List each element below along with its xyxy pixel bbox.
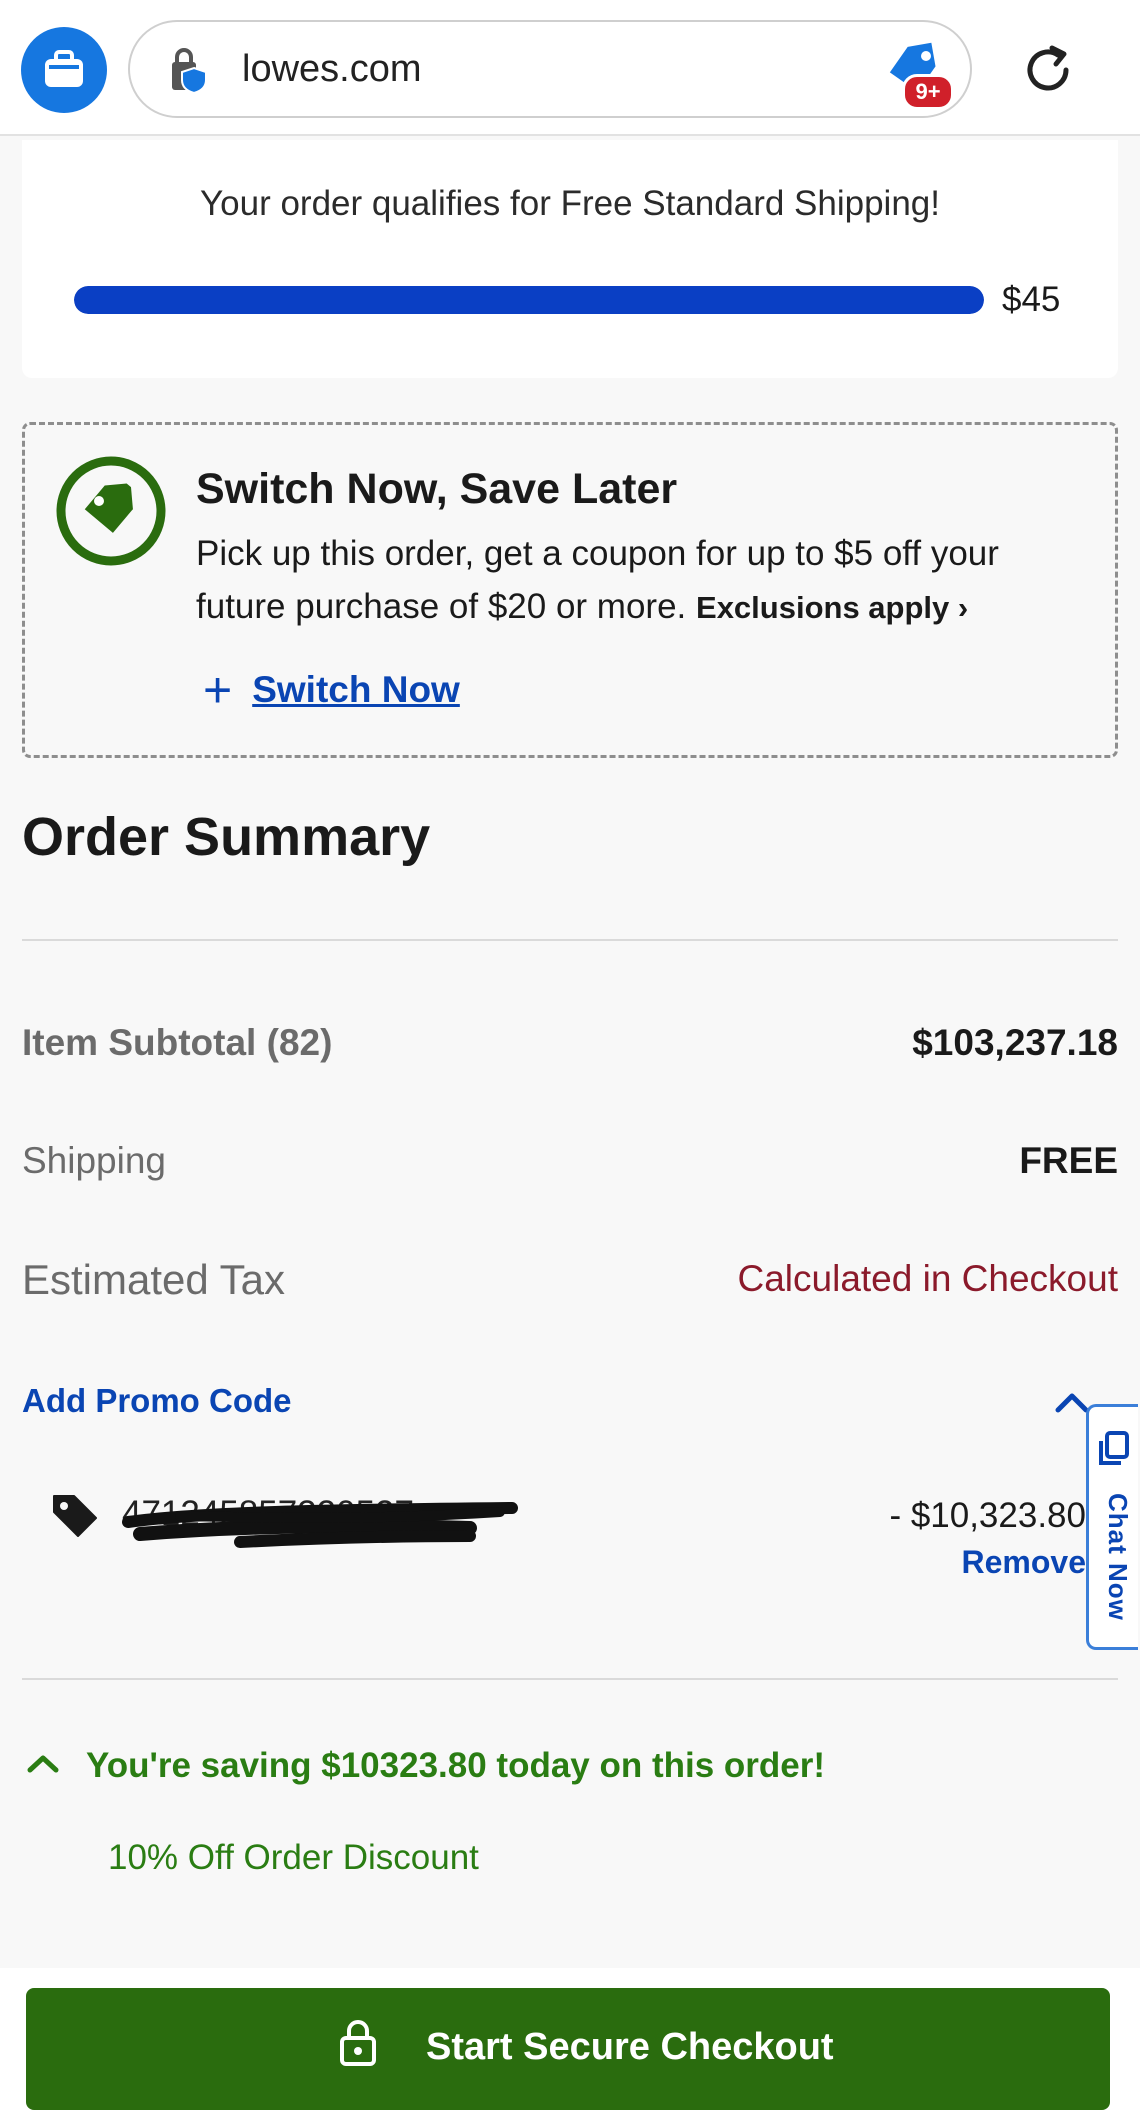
chevron-up-icon[interactable]: [1054, 1390, 1090, 1414]
free-shipping-message: Your order qualifies for Free Standard S…: [200, 184, 940, 223]
lock-icon: [340, 2020, 376, 2066]
reload-icon[interactable]: [1018, 40, 1078, 100]
checkout-label: Start Secure Checkout: [426, 2026, 834, 2068]
wallet-button[interactable]: [21, 27, 107, 113]
subtotal-label: Item Subtotal (82): [22, 1022, 333, 1063]
checkout-bar: Start Secure Checkout: [0, 1968, 1140, 2126]
shipping-threshold-amount: $45: [1002, 280, 1061, 319]
price-tag-icon: [56, 456, 166, 566]
switch-now-label: Switch Now: [252, 669, 460, 710]
shipping-label: Shipping: [22, 1140, 167, 1181]
chat-now-tab[interactable]: Chat Now: [1086, 1404, 1138, 1650]
address-bar[interactable]: lowes.com 9+: [128, 20, 972, 118]
subtotal-value: $103,237.18: [912, 1022, 1118, 1063]
discount-name: 10% Off Order Discount: [108, 1838, 479, 1877]
chat-icon: [1099, 1431, 1129, 1465]
shipping-value: FREE: [1019, 1140, 1118, 1181]
chevron-right-icon: ›: [957, 590, 969, 625]
plus-icon: +: [203, 662, 233, 718]
divider: [22, 939, 1118, 941]
savings-message: You're saving $10323.80 today on this or…: [86, 1746, 826, 1785]
exclusions-link[interactable]: Exclusions apply ›: [696, 590, 968, 625]
shipping-progress-bar: [74, 286, 984, 314]
switch-promo-description: Pick up this order, get a coupon for up …: [196, 527, 1096, 634]
browser-toolbar: lowes.com 9+: [0, 0, 1140, 136]
url-text: lowes.com: [242, 48, 422, 90]
promo-discount-amount: - $10,323.80: [889, 1496, 1086, 1535]
start-secure-checkout-button[interactable]: Start Secure Checkout: [26, 1988, 1110, 2110]
shopping-lock-icon: [172, 48, 207, 94]
redaction-scribble: [122, 1502, 518, 1548]
tax-label: Estimated Tax: [22, 1256, 286, 1303]
remove-promo-button[interactable]: Remove: [962, 1544, 1087, 1581]
briefcase-icon: [45, 50, 83, 87]
extension-badge: 9+: [902, 74, 954, 110]
tax-value: Calculated in Checkout: [737, 1258, 1119, 1299]
switch-now-promo-box: Switch Now, Save Later Pick up this orde…: [22, 422, 1118, 758]
tag-icon: [53, 1495, 97, 1537]
shipping-progress-fill: [74, 286, 984, 314]
order-summary-title: Order Summary: [22, 807, 431, 867]
free-shipping-card: Your order qualifies for Free Standard S…: [22, 140, 1118, 378]
exclusions-label: Exclusions apply: [696, 590, 950, 625]
switch-now-button[interactable]: + Switch Now: [203, 665, 460, 715]
switch-promo-title: Switch Now, Save Later: [196, 465, 678, 513]
add-promo-code-link[interactable]: Add Promo Code: [22, 1382, 292, 1420]
chevron-up-icon[interactable]: [26, 1752, 60, 1776]
divider: [22, 1678, 1118, 1680]
chat-now-label: Chat Now: [1103, 1493, 1133, 1621]
